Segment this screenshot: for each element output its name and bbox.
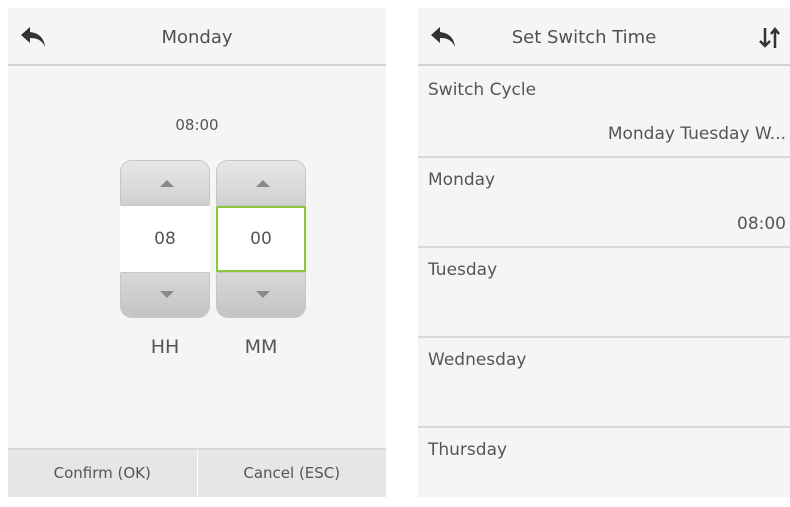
header-bar: Set Switch Time [418,8,790,66]
page-title: Monday [161,27,233,48]
minute-decrement-button[interactable] [216,272,306,318]
list-item-label: Tuesday [428,260,498,280]
list-item-tuesday[interactable]: Tuesday [418,248,790,338]
time-picker-screen: Monday 08:00 08 00 HH MM Confirm (OK) Ca… [8,8,386,497]
sort-button[interactable] [756,24,784,52]
list-item-switch-cycle[interactable]: Switch Cycle Monday Tuesday W... [418,68,790,158]
hour-field[interactable]: 08 [120,206,210,272]
list-item-thursday[interactable]: Thursday [418,428,790,497]
set-switch-time-screen: Set Switch Time Switch Cycle Monday Tues… [418,8,790,497]
hour-decrement-button[interactable] [120,272,210,318]
chevron-up-icon [160,180,174,187]
confirm-button[interactable]: Confirm (OK) [8,450,197,497]
sort-arrows-icon [759,26,780,48]
list-item-value: Monday Tuesday W... [607,124,786,144]
minute-label: MM [244,336,278,358]
minute-increment-button[interactable] [216,160,306,206]
hour-label: HH [150,336,180,358]
chevron-down-icon [160,291,174,298]
list-item-label: Switch Cycle [428,80,537,100]
list-item-monday[interactable]: Monday 08:00 [418,158,790,248]
chevron-down-icon [256,291,270,298]
list-item-label: Thursday [428,440,508,460]
time-readout: 08:00 [175,116,219,134]
list-item-label: Wednesday [428,350,527,370]
list-item-wednesday[interactable]: Wednesday [418,338,790,428]
list-item-label: Monday [428,170,496,190]
page-title: Set Switch Time [511,27,657,48]
header-bar: Monday [8,8,386,66]
minute-spinner: 00 [216,160,306,318]
list-item-value: 08:00 [737,214,786,234]
action-bar: Confirm (OK) Cancel (ESC) [8,448,386,497]
minute-field[interactable]: 00 [216,206,306,272]
cancel-button[interactable]: Cancel (ESC) [196,450,386,497]
hour-spinner: 08 [120,160,210,318]
hour-increment-button[interactable] [120,160,210,206]
chevron-up-icon [256,180,270,187]
